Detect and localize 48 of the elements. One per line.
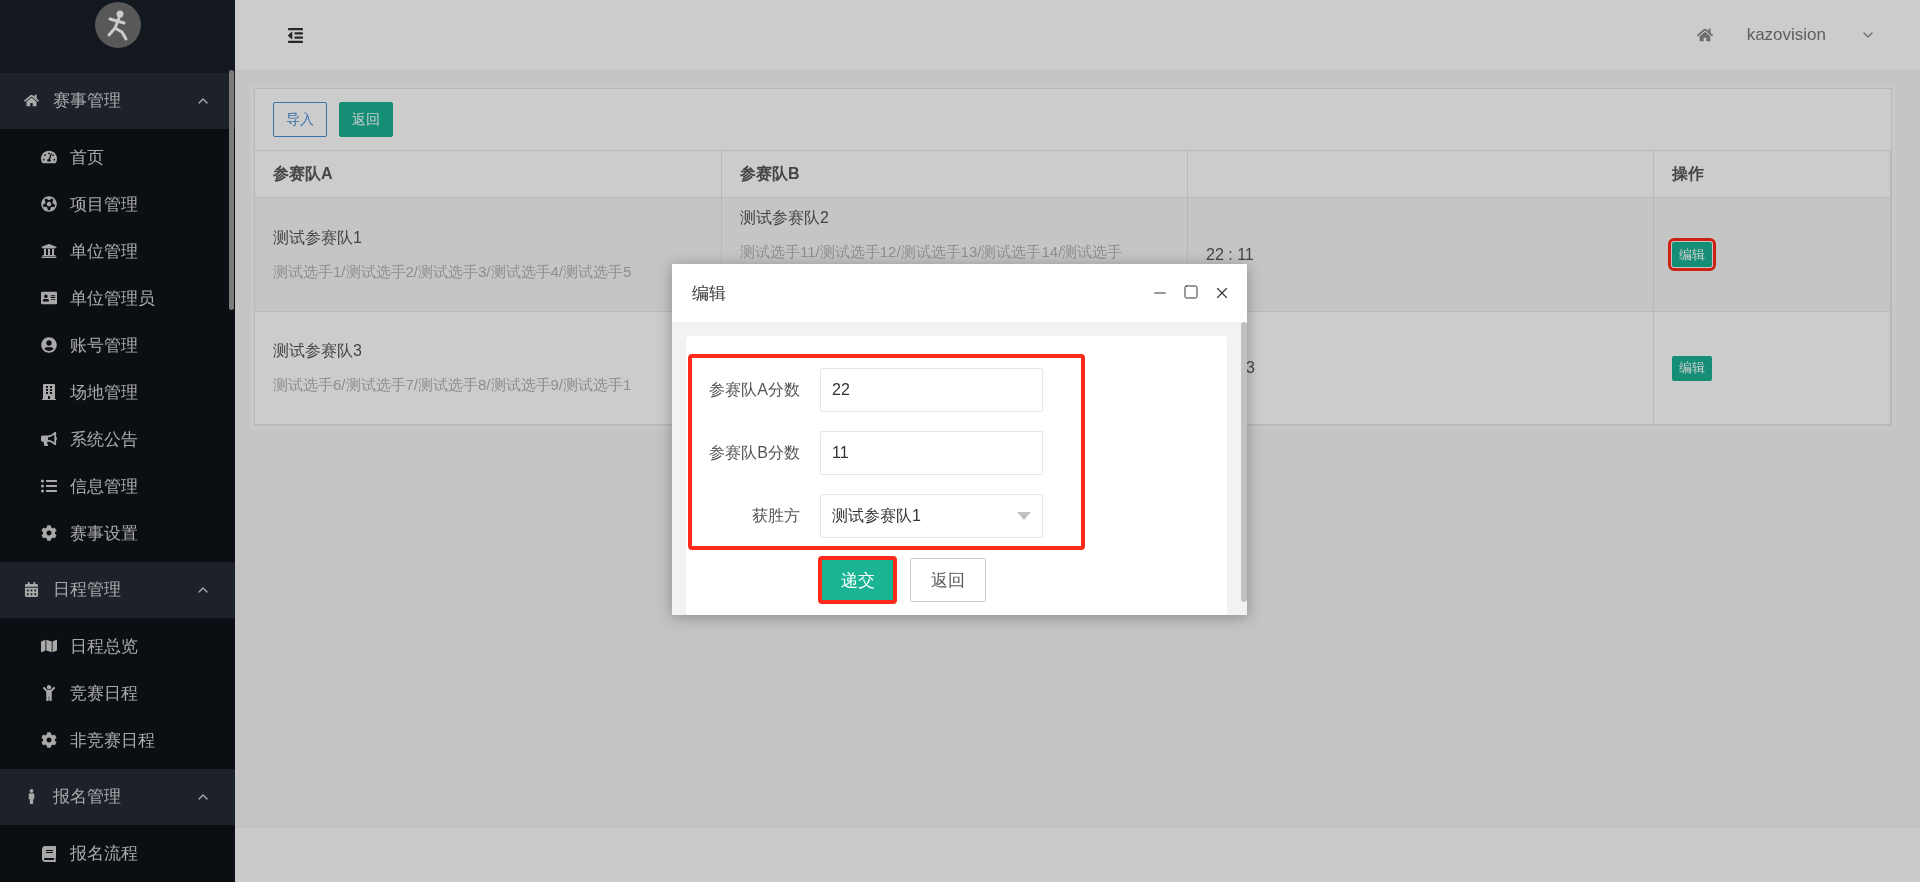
scrollbar[interactable] xyxy=(229,70,234,310)
sidebar-group[interactable]: 日程管理 xyxy=(0,561,235,618)
gear-icon xyxy=(41,732,57,749)
list-icon xyxy=(41,478,57,495)
sidebar-item[interactable]: 非竞赛日程 xyxy=(0,716,235,764)
sidebar-item[interactable]: 竞赛日程 xyxy=(0,669,235,717)
winner-select[interactable]: 测试参赛队1 xyxy=(820,494,1043,538)
dialog-title: 编辑 xyxy=(692,282,726,305)
back-button[interactable]: 返回 xyxy=(910,558,986,602)
team-name: 测试参赛队1 xyxy=(273,227,362,248)
figure-icon xyxy=(41,685,57,702)
score-field[interactable]: 11 xyxy=(820,431,1043,475)
sidebar-item[interactable]: 场地管理 xyxy=(0,368,235,416)
logo-icon xyxy=(94,2,141,48)
dashboard-icon xyxy=(41,149,57,166)
menu-icon[interactable] xyxy=(287,26,304,44)
sidebar-item[interactable]: 报名流程 xyxy=(0,830,235,877)
field-label: 获胜方 xyxy=(751,505,800,526)
score: 22 : 11 xyxy=(1206,245,1254,264)
gear-icon xyxy=(41,525,57,542)
sidebar-item[interactable]: 信息管理 xyxy=(0,462,235,510)
sidebar-item[interactable]: 账号管理 xyxy=(0,321,235,369)
field-label: 参赛队B分数 xyxy=(708,442,800,463)
team-name: 测试参赛队3 xyxy=(273,341,362,361)
sidebar-item[interactable]: 系统公告 xyxy=(0,415,235,463)
sidebar-item[interactable]: 赛事设置 xyxy=(0,509,235,557)
bank-icon xyxy=(41,243,57,260)
sidebar-group[interactable]: 报名管理 xyxy=(0,768,235,825)
team-name: 测试参赛队2 xyxy=(740,208,829,228)
user-name[interactable]: kazovision xyxy=(1746,25,1826,45)
score-field[interactable]: 22 xyxy=(820,368,1043,412)
scrollbar[interactable] xyxy=(1241,322,1247,602)
home-icon xyxy=(24,93,39,109)
sidebar-item[interactable]: 日程总览 xyxy=(0,622,235,670)
score: 3 xyxy=(1246,359,1255,377)
building-icon xyxy=(41,384,57,401)
id-card-icon xyxy=(41,290,57,307)
home-icon[interactable] xyxy=(1696,27,1713,43)
calendar-icon xyxy=(24,582,39,598)
map-icon xyxy=(41,638,57,655)
sidebar-group[interactable]: 赛事管理 xyxy=(0,72,235,129)
book-icon xyxy=(41,845,57,862)
maximize-icon[interactable] xyxy=(1183,284,1199,300)
player-list: 测试选手6/测试选手7/测试选手8/测试选手9/测试选手1 xyxy=(273,376,632,395)
field-label: 参赛队A分数 xyxy=(708,379,800,400)
megaphone-icon xyxy=(41,431,57,448)
user-icon xyxy=(41,337,57,354)
caret-icon xyxy=(1017,512,1031,520)
